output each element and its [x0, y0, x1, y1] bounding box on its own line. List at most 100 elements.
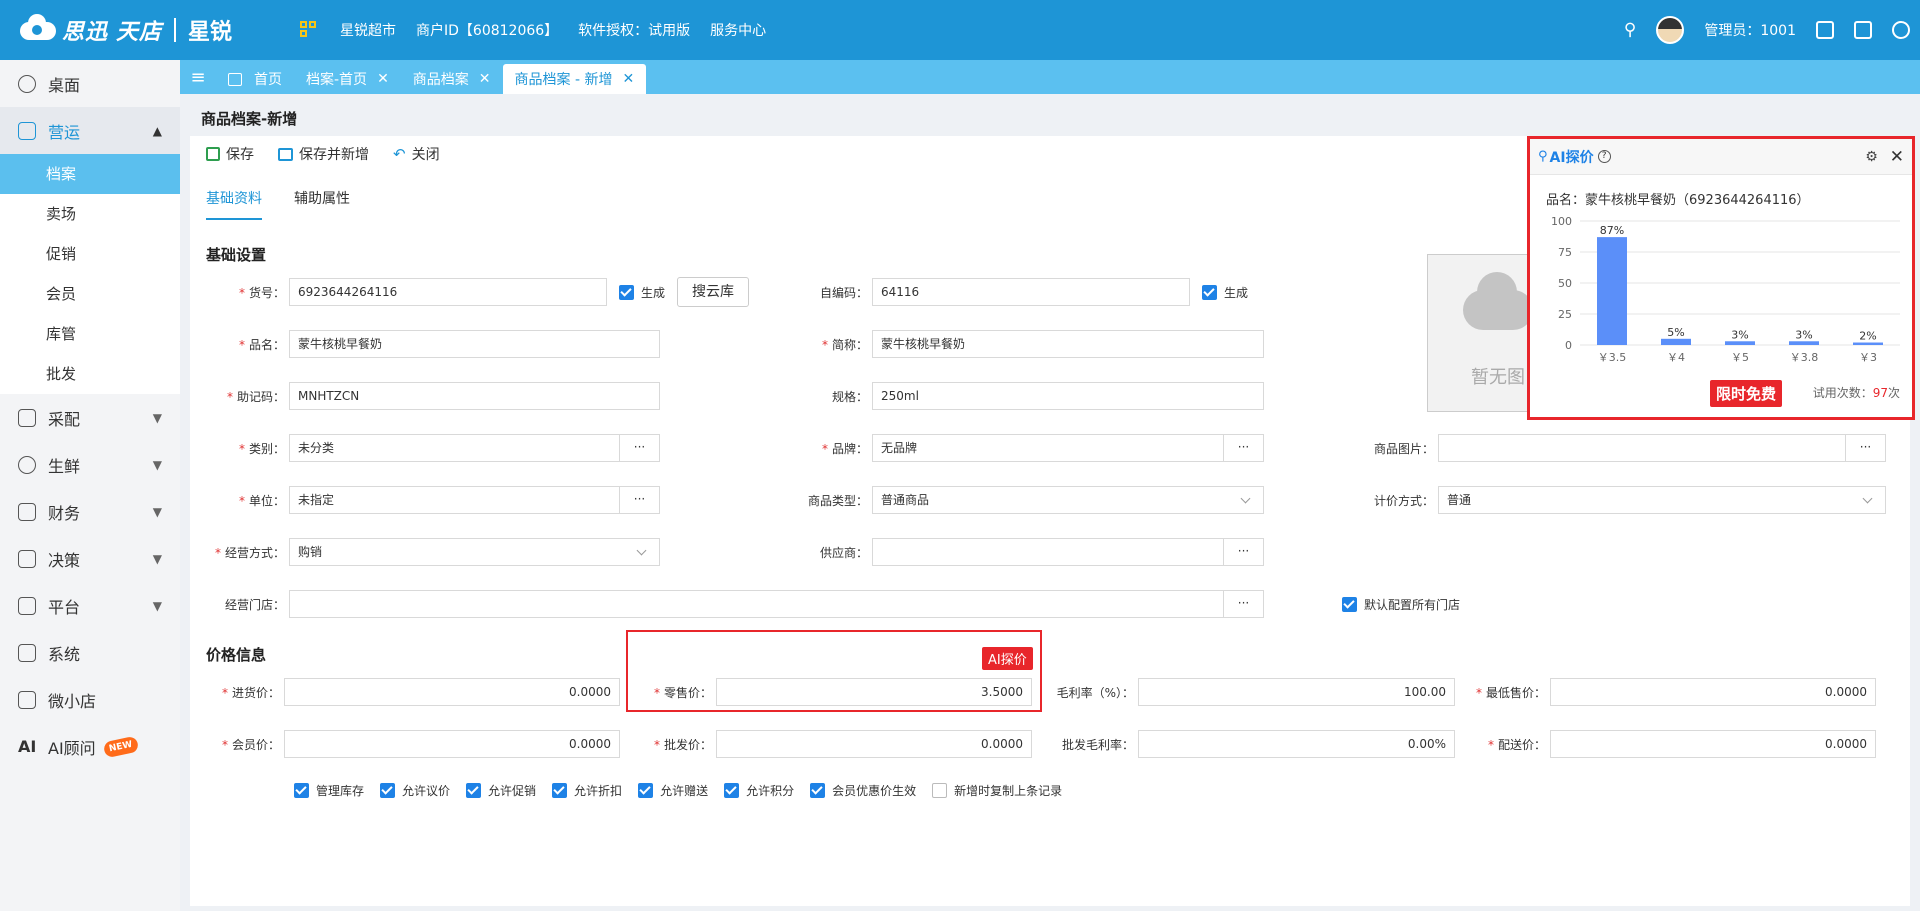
close-button[interactable]: ↶ 关闭	[393, 144, 440, 164]
tab-product-archive[interactable]: 商品档案 ✕	[401, 64, 503, 94]
chevron-down-icon: ▼	[152, 551, 162, 566]
field-product-image: 商品图片： ···	[1360, 434, 1886, 462]
tab-extra-attributes[interactable]: 辅助属性	[294, 182, 350, 220]
service-center-link[interactable]: 服务中心	[710, 20, 766, 40]
checkbox[interactable]	[380, 783, 396, 798]
category-picker-button[interactable]: ···	[620, 434, 660, 462]
supplier-picker-button[interactable]: ···	[1224, 538, 1264, 566]
sidebar-subitem-inventory[interactable]: 库管	[0, 314, 180, 354]
checkbox[interactable]	[466, 783, 482, 798]
default-stores-label: 默认配置所有门店	[1364, 597, 1461, 612]
search-icon[interactable]: ⚲	[1624, 20, 1636, 40]
min-price-input[interactable]: 0.0000	[1550, 678, 1876, 706]
distribution-price-input[interactable]: 0.0000	[1550, 730, 1876, 758]
checkbox[interactable]	[294, 783, 309, 798]
sidebar-item-decision[interactable]: 决策 ▼	[0, 535, 180, 582]
checkbox-allow-discount[interactable]: 允许折扣	[552, 782, 622, 799]
sidebar-item-system[interactable]: 系统	[0, 629, 180, 676]
product-image-input[interactable]	[1438, 434, 1846, 462]
undo-icon: ↶	[393, 145, 406, 163]
sidebar-item-purchase[interactable]: 采配 ▼	[0, 394, 180, 441]
tab-home[interactable]: 首页	[216, 64, 294, 94]
checkbox-allow-gift[interactable]: 允许赠送	[638, 782, 708, 799]
sidebar-item-finance[interactable]: 财务 ▼	[0, 488, 180, 535]
image-picker-button[interactable]: ···	[1846, 434, 1886, 462]
unit-picker-button[interactable]: ···	[620, 486, 660, 514]
checkbox-copy-last-record[interactable]: 新增时复制上条记录	[932, 782, 1062, 799]
generate-self-code-checkbox[interactable]	[1202, 284, 1217, 300]
checkbox-manage-stock[interactable]: 管理库存	[294, 782, 364, 799]
search-cloud-button[interactable]: 搜云库	[677, 277, 750, 307]
tab-archive-home[interactable]: 档案-首页 ✕	[294, 64, 401, 94]
sidebar-subitem-member[interactable]: 会员	[0, 274, 180, 314]
ai-price-probe-button[interactable]: AI探价	[982, 647, 1033, 670]
layout-icon[interactable]	[1816, 21, 1834, 39]
wholesale-margin-input[interactable]: 0.00%	[1138, 730, 1455, 758]
mnemonic-input[interactable]: MNHTZCN	[289, 382, 660, 410]
sidebar-subitem-promotion[interactable]: 促销	[0, 234, 180, 274]
close-icon[interactable]: ✕	[1890, 147, 1904, 167]
brand-input[interactable]: 无品牌	[872, 434, 1224, 462]
merchant-id: 商户ID【60812066】	[416, 23, 559, 39]
save-button[interactable]: 保存	[206, 144, 254, 164]
tab-basic-info[interactable]: 基础资料	[206, 182, 262, 220]
sidebar-subitem-store[interactable]: 卖场	[0, 194, 180, 234]
checkbox-allow-promotion[interactable]: 允许促销	[466, 782, 536, 799]
sidebar-subitem-wholesale[interactable]: 批发	[0, 354, 180, 394]
sidebar-item-mini-store[interactable]: 微小店	[0, 676, 180, 723]
spec-input[interactable]: 250ml	[872, 382, 1264, 410]
sidebar-subitem-archive[interactable]: 档案	[0, 154, 180, 194]
close-icon[interactable]: ✕	[479, 71, 491, 87]
sidebar-item-desk[interactable]: 桌面	[0, 60, 180, 107]
logo-text-2: 天店	[116, 20, 163, 45]
close-icon[interactable]: ✕	[377, 71, 389, 87]
qr-code-icon[interactable]	[300, 21, 318, 39]
user-label[interactable]: 管理员：1001	[1704, 20, 1796, 40]
chevron-down-icon: ▼	[152, 598, 162, 613]
checkbox[interactable]	[810, 783, 826, 798]
default-all-stores-checkbox[interactable]	[1342, 596, 1357, 612]
checkbox[interactable]	[932, 783, 948, 798]
purchase-price-input[interactable]: 0.0000	[284, 678, 620, 706]
unit-input[interactable]: 未指定	[289, 486, 620, 514]
member-price-input[interactable]: 0.0000	[284, 730, 620, 758]
stores-picker-button[interactable]: ···	[1224, 590, 1264, 618]
menu-toggle-icon[interactable]: ≡	[180, 60, 216, 94]
checkbox[interactable]	[552, 783, 568, 798]
checkbox-member-price-effective[interactable]: 会员优惠价生效	[810, 782, 916, 799]
avatar[interactable]	[1656, 16, 1685, 44]
checkbox-allow-bargain[interactable]: 允许议价	[380, 782, 450, 799]
category-input[interactable]: 未分类	[289, 434, 620, 462]
checkbox[interactable]	[724, 783, 740, 798]
tab-product-archive-new[interactable]: 商品档案 - 新增 ✕	[502, 64, 647, 94]
store-name[interactable]: 星锐超市	[340, 20, 396, 40]
margin-input[interactable]: 100.00	[1138, 678, 1455, 706]
checkbox-allow-points[interactable]: 允许积分	[724, 782, 794, 799]
wholesale-price-input[interactable]: 0.0000	[716, 730, 1032, 758]
sidebar-item-platform[interactable]: 平台 ▼	[0, 582, 180, 629]
sidebar-item-ai-advisor[interactable]: AI AI顾问 NEW	[0, 723, 180, 770]
sidebar-item-ops[interactable]: 营运 ▲	[0, 107, 180, 154]
code-input[interactable]: 6923644264116	[289, 278, 607, 306]
name-input[interactable]: 蒙牛核桃早餐奶	[289, 330, 660, 358]
retail-price-highlight	[626, 630, 1042, 712]
save-and-new-button[interactable]: 保存并新增	[278, 144, 369, 164]
y-tick-label: 0	[1565, 339, 1572, 352]
self-code-input[interactable]: 64116	[872, 278, 1190, 306]
product-type-select[interactable]: 普通商品	[872, 486, 1264, 514]
close-icon[interactable]: ✕	[622, 71, 634, 87]
fullscreen-icon[interactable]	[1854, 21, 1872, 39]
brand-picker-button[interactable]: ···	[1224, 434, 1264, 462]
help-icon[interactable]: ?	[1597, 150, 1611, 163]
checkbox[interactable]	[638, 783, 654, 798]
supplier-input[interactable]	[872, 538, 1224, 566]
pricing-method-select[interactable]: 普通	[1438, 486, 1886, 514]
sidebar-item-fresh[interactable]: 生鲜 ▼	[0, 441, 180, 488]
generate-code-checkbox[interactable]	[619, 284, 634, 300]
gear-icon[interactable]: ⚙	[1865, 149, 1878, 165]
business-mode-select[interactable]: 购销	[289, 538, 660, 566]
business-stores-input[interactable]	[289, 590, 1224, 618]
short-name-input[interactable]: 蒙牛核桃早餐奶	[872, 330, 1264, 358]
ops-submenu: 档案 卖场 促销 会员 库管 批发	[0, 154, 180, 394]
power-icon[interactable]	[1892, 21, 1910, 39]
